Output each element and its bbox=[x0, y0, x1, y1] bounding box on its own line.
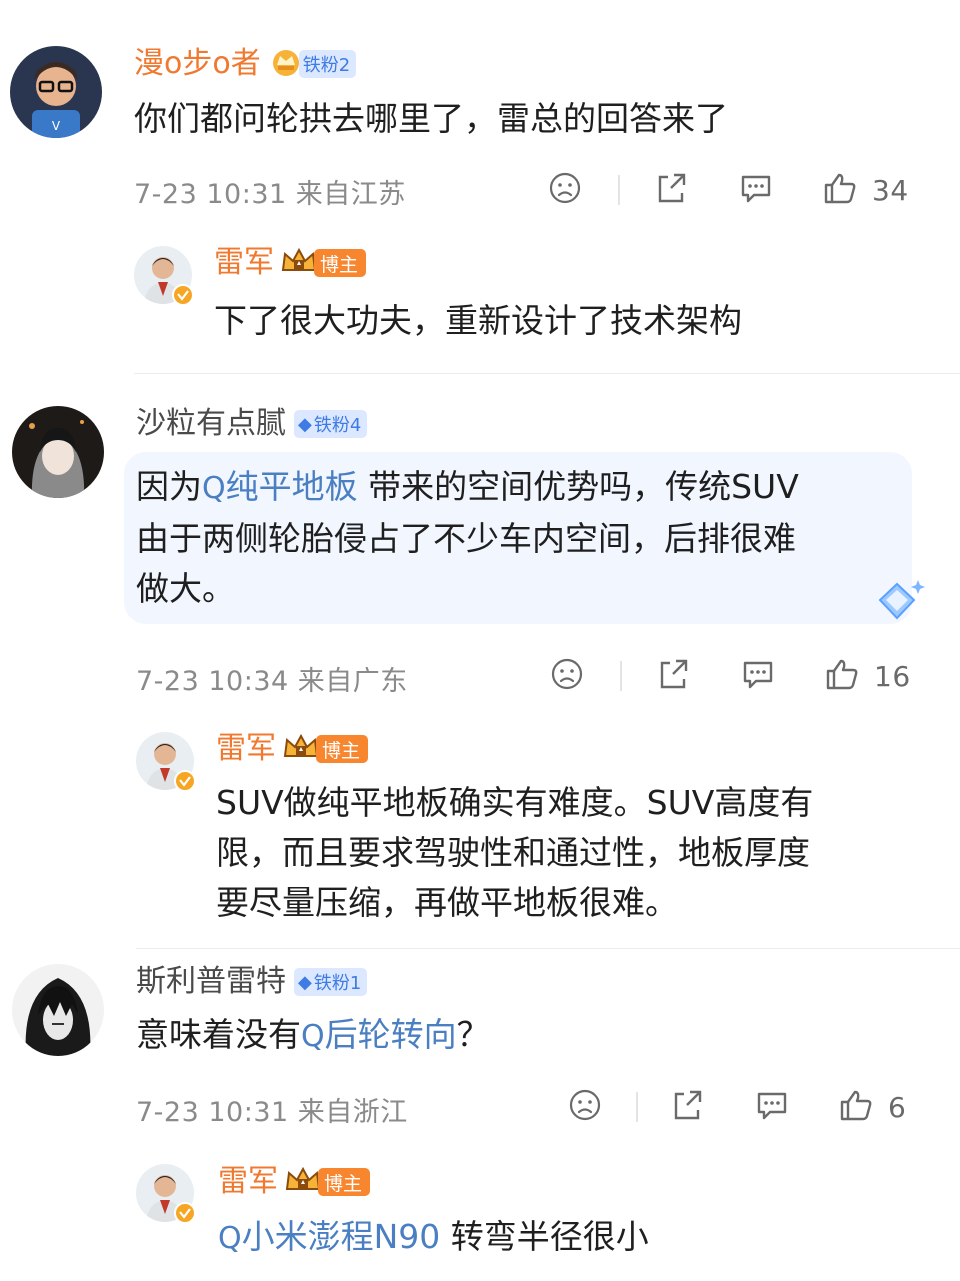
fan-badge[interactable]: ◆ 铁粉1 bbox=[294, 968, 368, 996]
text-line: 由于两侧轮胎侵占了不少车内空间，后排很难 bbox=[136, 519, 796, 558]
blogger-badge: 博主 bbox=[284, 1165, 371, 1199]
comment-meta: 7-23 10:31 来自江苏 bbox=[134, 179, 406, 210]
like-icon[interactable] bbox=[824, 657, 860, 695]
comment-text: 意味着没有Q后轮转向？ bbox=[136, 1010, 490, 1062]
topic-link[interactable]: Q纯平地板 bbox=[202, 467, 358, 506]
like-count: 6 bbox=[888, 1090, 907, 1124]
crown-icon bbox=[269, 47, 303, 81]
dislike-face-icon[interactable] bbox=[550, 657, 584, 695]
dislike-face-icon[interactable] bbox=[568, 1088, 602, 1126]
blogger-badge: 博主 bbox=[282, 732, 369, 766]
share-icon[interactable] bbox=[654, 171, 690, 209]
separator bbox=[134, 373, 960, 374]
svg-text:V: V bbox=[52, 119, 61, 133]
reply-username[interactable]: 雷军 bbox=[214, 245, 274, 281]
text-suffix: ？ bbox=[456, 1015, 490, 1054]
dislike-face-icon[interactable] bbox=[548, 171, 582, 209]
diamond-icon: ◆ bbox=[298, 971, 312, 993]
user-avatar[interactable]: V bbox=[10, 46, 102, 138]
fan-badge[interactable]: ◆ 铁粉4 bbox=[294, 410, 368, 438]
text-line: SUV做纯平地板确实有难度。SUV高度有 bbox=[216, 783, 814, 822]
like-count: 34 bbox=[872, 173, 909, 207]
comment-meta: 7-23 10:34 来自广东 bbox=[136, 666, 408, 697]
text-line: 要尽量压缩，再做平地板很难。 bbox=[216, 883, 678, 922]
search-icon: Q bbox=[202, 471, 226, 506]
search-icon: Q bbox=[218, 1221, 242, 1256]
text-suffix: 转弯半径很小 bbox=[440, 1217, 649, 1256]
reply-text: Q小米澎程N90 转弯半径很小 bbox=[218, 1212, 649, 1264]
text-line: 限，而且要求驾驶性和通过性，地板厚度 bbox=[216, 833, 810, 872]
fan-badge-label: 铁粉1 bbox=[313, 973, 362, 994]
username[interactable]: 沙粒有点腻 bbox=[136, 406, 286, 442]
reply-text: SUV做纯平地板确实有难度。SUV高度有 限，而且要求驾驶性和通过性，地板厚度 … bbox=[216, 778, 916, 928]
share-icon[interactable] bbox=[656, 657, 692, 695]
like-count: 16 bbox=[874, 659, 911, 693]
blogger-badge-label: 博主 bbox=[318, 1168, 371, 1196]
topic-link[interactable]: Q小米澎程N90 bbox=[218, 1217, 440, 1256]
comment-icon[interactable] bbox=[754, 1088, 790, 1126]
reply-username[interactable]: 雷军 bbox=[218, 1164, 278, 1200]
topic-label: 后轮转向 bbox=[324, 1015, 457, 1054]
separator bbox=[136, 948, 960, 949]
text-prefix: 因为 bbox=[136, 467, 202, 506]
reply-username[interactable]: 雷军 bbox=[216, 731, 276, 767]
blogger-badge-label: 博主 bbox=[314, 249, 367, 277]
verified-icon bbox=[174, 1202, 196, 1224]
divider bbox=[620, 661, 622, 691]
search-icon: Q bbox=[301, 1019, 325, 1054]
comment-icon[interactable] bbox=[738, 171, 774, 209]
comment-text: 你们都问轮拱去哪里了，雷总的回答来了 bbox=[134, 99, 728, 138]
blogger-badge-label: 博主 bbox=[316, 735, 369, 763]
fan-badge[interactable]: 铁粉2 bbox=[269, 47, 357, 81]
divider bbox=[636, 1092, 638, 1122]
comment-meta: 7-23 10:31 来自浙江 bbox=[136, 1097, 408, 1128]
fan-badge-label: 铁粉4 bbox=[313, 415, 362, 436]
topic-link[interactable]: Q后轮转向 bbox=[301, 1015, 457, 1054]
user-avatar[interactable] bbox=[12, 406, 104, 498]
topic-label: 小米澎程N90 bbox=[241, 1217, 441, 1256]
username[interactable]: 斯利普雷特 bbox=[136, 964, 286, 1000]
reply-text: 下了很大功夫，重新设计了技术架构 bbox=[214, 301, 742, 340]
comment-text: 因为Q纯平地板 带来的空间优势吗，传统SUV 由于两侧轮胎侵占了不少车内空间，后… bbox=[136, 462, 906, 614]
crown-icon bbox=[282, 732, 320, 766]
crown-icon bbox=[280, 246, 318, 280]
comment-icon[interactable] bbox=[740, 657, 776, 695]
username[interactable]: 漫o步o者 bbox=[134, 46, 261, 82]
text-prefix: 意味着没有 bbox=[136, 1015, 301, 1054]
diamond-icon: ◆ bbox=[298, 413, 312, 435]
verified-icon bbox=[174, 770, 196, 792]
crown-icon bbox=[284, 1165, 322, 1199]
user-avatar[interactable] bbox=[12, 964, 104, 1056]
fan-badge-label: 铁粉2 bbox=[298, 50, 357, 78]
topic-label: 纯平地板 bbox=[225, 467, 358, 506]
verified-icon bbox=[172, 284, 194, 306]
text-line: 做大。 bbox=[136, 569, 235, 608]
text-suffix: 带来的空间优势吗，传统SUV bbox=[357, 467, 799, 506]
divider bbox=[618, 175, 620, 205]
like-icon[interactable] bbox=[838, 1088, 874, 1126]
blogger-badge: 博主 bbox=[280, 246, 367, 280]
share-icon[interactable] bbox=[670, 1088, 706, 1126]
like-icon[interactable] bbox=[822, 171, 858, 209]
